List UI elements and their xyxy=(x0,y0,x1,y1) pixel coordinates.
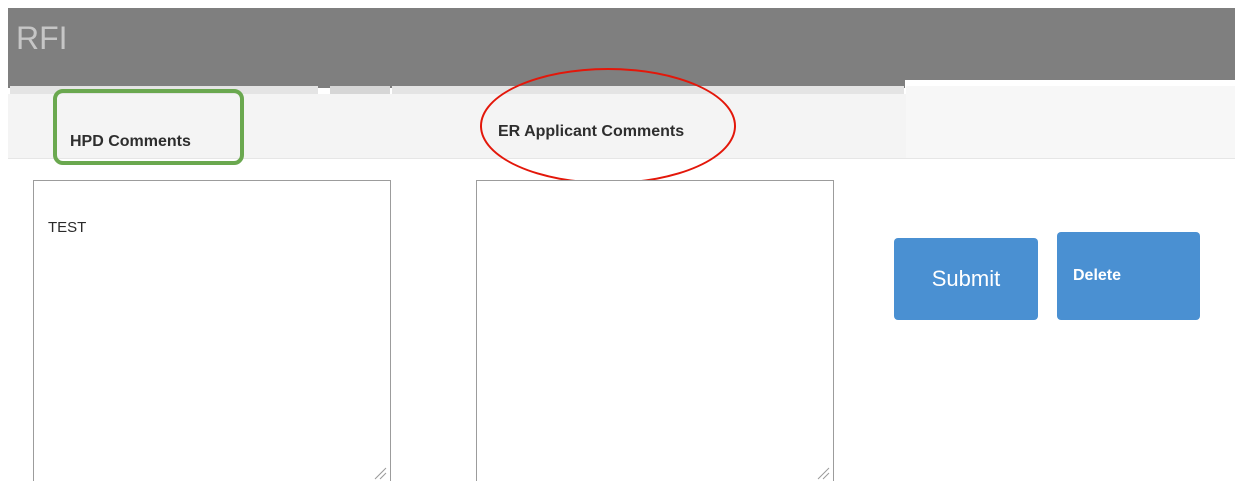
er-label-highlight xyxy=(480,68,736,184)
delete-button[interactable]: Delete xyxy=(1057,232,1200,320)
submit-button[interactable]: Submit xyxy=(894,238,1038,320)
top-strip xyxy=(0,0,1235,8)
page-title: RFI xyxy=(16,20,68,56)
label-area-right xyxy=(906,86,1235,158)
hpd-label-highlight xyxy=(53,89,244,165)
rfi-page: RFI HPD Comments ER Applicant Comments T… xyxy=(0,0,1235,481)
resize-grip-icon[interactable] xyxy=(816,466,830,480)
tab-strip xyxy=(330,86,390,94)
hpd-comments-textarea[interactable]: TEST xyxy=(33,180,391,481)
er-applicant-comments-textarea[interactable] xyxy=(476,180,834,481)
resize-grip-icon[interactable] xyxy=(373,466,387,480)
